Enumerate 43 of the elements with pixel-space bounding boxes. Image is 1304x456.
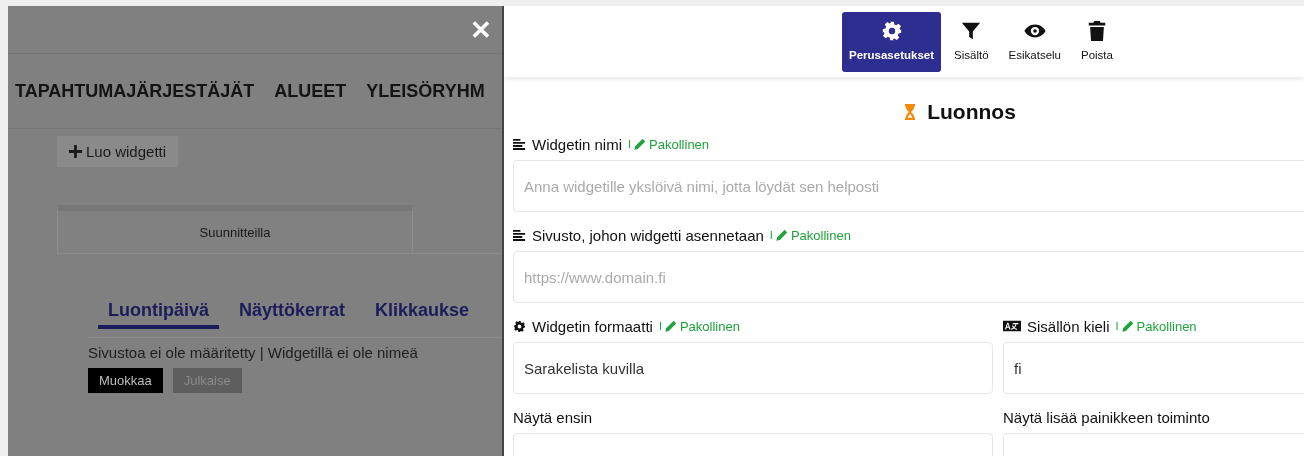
sort-tab[interactable]: Klikkaukse <box>365 300 480 329</box>
input-field[interactable]: fi <box>1003 342 1304 394</box>
pencil-icon <box>775 229 788 241</box>
widget-description: Sivustoa ei ole määritetty | Widgetillä ei ole nimeä <box>88 344 419 361</box>
pencil-icon <box>634 138 647 150</box>
required-label: Pakollinen <box>1136 318 1197 334</box>
nav-link[interactable]: TAPAHTUMAJÄRJESTÄJÄT <box>15 80 255 102</box>
required-label: Pakollinen <box>790 227 851 243</box>
separator: I <box>628 138 632 150</box>
gear-icon <box>513 319 526 333</box>
toolbar-button[interactable]: Poista <box>1074 11 1120 72</box>
field-label: Sisällön kieli <box>1027 317 1110 335</box>
toolbar-button[interactable]: Sisältö <box>947 11 996 72</box>
pencil-icon <box>664 320 677 332</box>
plus-icon <box>69 145 82 158</box>
input-field[interactable]: https://www.domain.fi <box>513 251 1304 303</box>
field-label: Widgetin formaatti <box>532 317 653 335</box>
input-field[interactable]: Anna widgetille ykslöivä nimi, jotta löydät sen helposti <box>513 160 1304 212</box>
close-button[interactable]: ✕ <box>470 16 492 43</box>
field-label: Näytä ensin <box>513 408 593 426</box>
required-label: Pakollinen <box>649 136 710 152</box>
status-title: Luonnos <box>927 100 1016 124</box>
field-label: Näytä lisää painikkeen toiminto <box>1003 408 1210 426</box>
nav-link[interactable]: ALUEET <box>274 80 347 102</box>
status-tab[interactable]: Suunnitteilla <box>57 205 413 253</box>
create-widget-button[interactable]: Luo widgetti <box>57 136 179 167</box>
separator: I <box>658 320 662 332</box>
nav-link[interactable]: YLEISÖRYHM <box>366 80 485 102</box>
field-label: Sivusto, johon widgetti asennetaan <box>532 226 764 244</box>
edit-button[interactable]: Muokkaa <box>88 368 163 393</box>
gear-icon <box>880 19 903 42</box>
toolbar-button[interactable]: Esikatselu <box>1001 11 1068 72</box>
text-lines-icon <box>513 228 526 242</box>
sort-tab[interactable]: Luontipäivä <box>98 300 219 329</box>
input-field[interactable]: Sarakelista kuvilla <box>513 342 993 394</box>
required-label: Pakollinen <box>679 318 740 334</box>
pencil-icon <box>1121 320 1134 332</box>
text-lines-icon <box>513 137 526 151</box>
field-label: Widgetin nimi <box>532 135 623 153</box>
toolbar-button[interactable]: Perusasetukset <box>842 11 942 72</box>
sort-tab[interactable]: Näyttökerrat <box>229 300 356 329</box>
separator: I <box>1115 320 1119 332</box>
separator: I <box>769 229 773 241</box>
